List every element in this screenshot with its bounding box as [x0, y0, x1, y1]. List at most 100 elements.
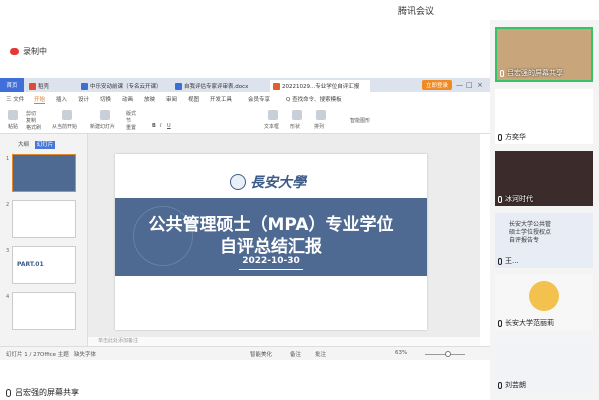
menu-view[interactable]: 视图	[188, 95, 199, 103]
tab-home[interactable]: 首页	[0, 78, 24, 92]
notes-toggle[interactable]: 备注	[290, 350, 301, 358]
arrange-button[interactable]: 排列	[314, 123, 324, 130]
maximize-icon[interactable]: □	[466, 81, 473, 89]
participant-name: 吕宏强的屏幕共享	[500, 68, 563, 78]
layout-button[interactable]: 版式	[126, 110, 136, 117]
microphone-icon	[498, 319, 502, 327]
tab-ppt-active[interactable]: 20221029...专业学位自评汇报	[270, 80, 370, 92]
thumb-number: 2	[6, 202, 10, 208]
menu-insert[interactable]: 插入	[56, 95, 67, 103]
slide-thumbnail-4[interactable]	[12, 292, 76, 330]
menu-home[interactable]: 开始	[34, 95, 46, 104]
tab-label: 稻壳	[38, 84, 50, 90]
wps-ribbon: 粘贴 剪切 复制 格式刷 从当前开始 新建幻灯片 版式 节 重置 B I U 文…	[0, 106, 490, 134]
tab-outline[interactable]: 大纲	[18, 142, 29, 148]
participant-tile[interactable]: 冰河时代	[495, 151, 593, 206]
paste-button[interactable]: 粘贴	[8, 123, 18, 130]
participant-name-text: 刘芸朗	[505, 381, 526, 389]
cut-button[interactable]: 剪切	[26, 110, 36, 117]
record-icon	[10, 48, 19, 55]
daoke-icon	[29, 82, 36, 90]
avatar	[529, 281, 559, 311]
microphone-icon	[498, 133, 502, 141]
paste-icon[interactable]	[8, 110, 18, 120]
microphone-icon	[498, 257, 502, 265]
video-text-line: 自评报告专	[509, 237, 540, 244]
menu-developer[interactable]: 开发工具	[210, 95, 232, 103]
slide-thumbnail-1[interactable]	[12, 154, 76, 192]
textbox-icon[interactable]	[268, 110, 278, 120]
tab-slides[interactable]: 幻灯片	[34, 141, 56, 149]
participant-name-text: 王...	[505, 257, 519, 265]
video-text-line: 硕士学位授权点	[509, 229, 552, 236]
new-slide-icon[interactable]	[100, 110, 110, 120]
menu-member[interactable]: 会员专享	[248, 95, 270, 103]
participant-tile[interactable]: 长安大学范丽莉	[495, 275, 593, 330]
menu-file[interactable]: 三 文件	[6, 95, 24, 103]
participant-name-text: 冰河时代	[505, 195, 533, 203]
menu-transition[interactable]: 切换	[100, 95, 111, 103]
copy-button[interactable]: 复制	[26, 117, 36, 124]
participant-name-text: 长安大学范丽莉	[505, 319, 554, 327]
slide-thumbnail-2[interactable]	[12, 200, 76, 238]
participant-tile[interactable]: 刘芸朗	[495, 337, 593, 392]
current-slide[interactable]: 長安大學 公共管理硕士（MPA）专业学位 自评总结汇报 2022-10-30	[115, 154, 427, 330]
italic-button[interactable]: I	[160, 123, 161, 129]
bold-button[interactable]: B	[152, 123, 156, 129]
university-logo: 長安大學	[230, 172, 306, 192]
slide-counter: 幻灯片 1 / 27	[6, 352, 41, 358]
wps-tab-bar: 首页 稻壳 中乐安动前课（专名云开课） 自我评估专家评审表.docx 20221…	[0, 78, 490, 92]
participant-tile[interactable]: 长安大学公共管 硕士学位授权点 自评报告专 王...	[495, 213, 593, 268]
participant-video-text: 长安大学公共管 硕士学位授权点 自评报告专	[509, 221, 551, 245]
new-slide-button[interactable]: 新建幻灯片	[90, 123, 115, 130]
thumb-number: 1	[6, 156, 10, 162]
menu-animation[interactable]: 动画	[122, 95, 133, 103]
tab-doc-2[interactable]: 自我评估专家评审表.docx	[172, 80, 251, 92]
menu-design[interactable]: 设计	[78, 95, 89, 103]
recording-indicator[interactable]: 录制中	[10, 46, 47, 57]
slide-thumbnail-3[interactable]: PART.01	[12, 246, 76, 284]
zoom-slider-handle[interactable]	[445, 351, 451, 357]
menu-slideshow[interactable]: 放映	[144, 95, 155, 103]
minimize-icon[interactable]: —	[456, 81, 463, 89]
zoom-level: 63%	[395, 350, 408, 356]
section-button[interactable]: 节	[126, 117, 131, 124]
underline-button[interactable]: U	[167, 123, 171, 129]
tab-label: 20221029...专业学位自评汇报	[282, 84, 360, 90]
arrange-icon[interactable]	[316, 110, 326, 120]
comments-toggle[interactable]: 批注	[315, 350, 326, 358]
ppt-icon	[273, 82, 280, 90]
menu-review[interactable]: 审阅	[166, 95, 177, 103]
format-painter-button[interactable]: 格式刷	[26, 124, 41, 131]
play-current-button[interactable]: 从当前开始	[52, 123, 77, 130]
tab-label: 中乐安动前课（专名云开课）	[90, 84, 162, 90]
participant-name: 王...	[498, 256, 519, 266]
word-icon	[81, 82, 88, 90]
smart-beautify-button[interactable]: 智能美化	[250, 350, 272, 358]
shape-button[interactable]: 形状	[290, 123, 300, 130]
smart-graph-button[interactable]: 智能图形	[350, 117, 370, 124]
missing-font[interactable]: 缺失字体	[74, 350, 96, 358]
search-commands[interactable]: Q 查找命令、搜索模板	[286, 95, 342, 103]
close-icon[interactable]: ×	[477, 81, 483, 89]
textbox-button[interactable]: 文本框	[264, 123, 279, 130]
presenter-name: 吕宏强的屏幕共享	[15, 388, 79, 397]
participant-name: 长安大学范丽莉	[498, 318, 554, 328]
theme-name: Office 主题	[40, 352, 69, 358]
tab-label: 自我评估专家评审表.docx	[184, 84, 249, 90]
microphone-icon	[498, 381, 502, 389]
participant-tile[interactable]: 吕宏强的屏幕共享	[495, 27, 593, 82]
shape-icon[interactable]	[292, 110, 302, 120]
play-current-icon[interactable]	[62, 110, 72, 120]
notes-field[interactable]: 单击此处添加备注	[88, 337, 480, 346]
tab-doc-1[interactable]: 中乐安动前课（专名云开课）	[78, 80, 165, 92]
title-band: 公共管理硕士（MPA）专业学位 自评总结汇报 2022-10-30	[115, 198, 427, 276]
reset-button[interactable]: 重置	[126, 124, 136, 131]
tab-daoke[interactable]: 稻壳	[26, 80, 52, 92]
participant-tile[interactable]: 方奕华	[495, 89, 593, 144]
word-icon	[175, 82, 182, 90]
meeting-title: 腾讯会议	[398, 7, 435, 17]
login-button[interactable]: 立即登录	[422, 80, 453, 90]
presenter-label: 吕宏强的屏幕共享	[0, 385, 160, 400]
thumb-number: 3	[6, 248, 10, 254]
